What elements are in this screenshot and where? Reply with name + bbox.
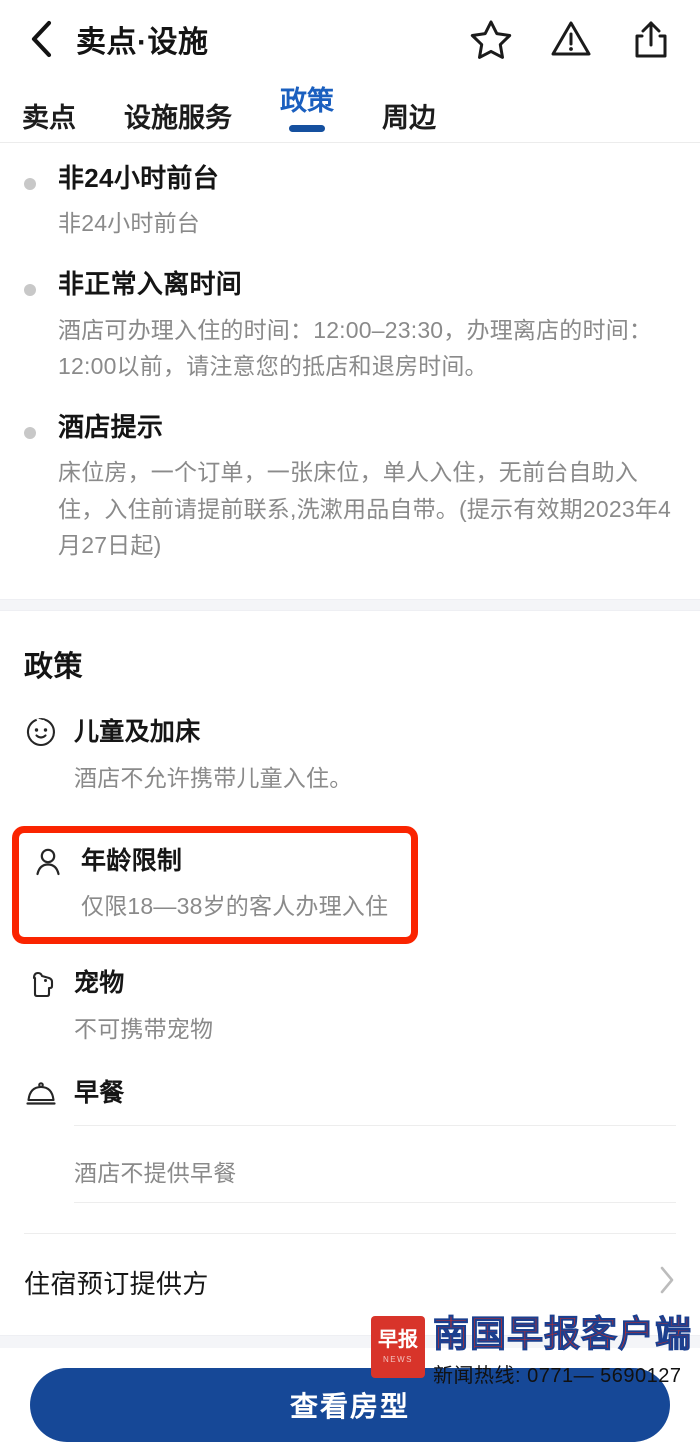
watermark-hotline: 新闻热线: 0771— 5690127 (432, 1365, 682, 1387)
watermark-text: 南国早报客户端 新闻热线: 0771— 5690127 (432, 1313, 692, 1388)
list-item: 非正常入离时间 酒店可办理入住的时间：12:00–23:30，办理离店的时间：1… (0, 267, 700, 384)
list-item: 酒店提示 床位房，一个订单，一张床位，单人入住，无前台自助入住，入住前请提前联系… (0, 410, 700, 563)
notice-desc: 床位房，一个订单，一张床位，单人入住，无前台自助入住，入住前请提前联系,洗漱用品… (58, 459, 672, 558)
chevron-left-icon (31, 20, 52, 58)
policy-row-breakfast: 早餐 酒店不提供早餐 (24, 1077, 676, 1203)
tab-label: 卖点 (22, 103, 76, 133)
child-face-icon (24, 715, 58, 749)
tab-label: 设施服务 (124, 103, 232, 133)
watermark-title: 南国早报客户端 (432, 1313, 692, 1354)
policy-desc: 仅限18—38岁的客人办理入住 (81, 892, 389, 919)
bullet-dot-icon (24, 178, 36, 190)
report-button[interactable] (544, 12, 598, 66)
cloche-icon (24, 1077, 58, 1111)
warning-triangle-icon (551, 21, 591, 56)
tab-maidian[interactable]: 卖点 (22, 105, 76, 142)
policy-name: 儿童及加床 (74, 717, 201, 746)
policy-row-header: 早餐 (24, 1077, 676, 1111)
page-title: 卖点·设施 (76, 26, 209, 59)
policy-section: 政策 儿童及加床 酒店不允许携带儿童入住。 年龄限制 仅限18—38岁的客人办理… (0, 611, 700, 1234)
policy-row-children: 儿童及加床 酒店不允许携带儿童入住。 (24, 715, 676, 796)
list-item-body: 酒店提示 床位房，一个订单，一张床位，单人入住，无前台自助入住，入住前请提前联系… (58, 410, 676, 563)
watermark-badge-text: 早报 (377, 1329, 418, 1351)
bullet-dot-icon (24, 284, 36, 297)
policy-name: 早餐 (74, 1079, 125, 1108)
favorite-button[interactable] (464, 12, 518, 66)
section-divider-band (0, 599, 700, 612)
policy-desc: 酒店不允许携带儿童入住。 (74, 765, 353, 792)
policy-name: 年龄限制 (81, 847, 183, 876)
app-screen: 卖点·设施 卖点 设施服务 政策 周边 非24小时前台 非24小时前台 非正常入… (0, 0, 700, 1442)
bullet-dot-icon (24, 427, 36, 440)
tab-nearby[interactable]: 周边 (382, 105, 436, 142)
pet-dog-icon (24, 966, 58, 1000)
back-button[interactable] (22, 19, 62, 59)
notice-title: 非24小时前台 (58, 163, 220, 193)
policy-row-header: 宠物 (24, 966, 676, 1000)
navigation-bar: 卖点·设施 (0, 0, 700, 78)
tab-policy[interactable]: 政策 (280, 88, 334, 142)
star-icon (470, 20, 512, 59)
policy-desc: 不可携带宠物 (74, 1016, 214, 1043)
policy-desc: 酒店不提供早餐 (74, 1159, 237, 1186)
breakfast-divider-top (74, 1124, 676, 1126)
chevron-right-icon (658, 1265, 676, 1300)
policy-row-header: 年龄限制 (31, 845, 411, 879)
breakfast-divider-bottom (74, 1201, 676, 1203)
policy-name: 宠物 (74, 968, 125, 997)
person-icon (31, 845, 65, 879)
tab-underline (289, 125, 325, 132)
share-button[interactable] (624, 12, 678, 66)
policy-row-header: 儿童及加床 (24, 715, 676, 749)
watermark-badge-sub: NEWS (382, 1355, 413, 1364)
policy-section-title: 政策 (24, 651, 84, 684)
tab-label: 政策 (280, 86, 334, 116)
tab-bar: 卖点 设施服务 政策 周边 (0, 78, 700, 142)
list-item: 非24小时前台 非24小时前台 (0, 161, 700, 241)
policy-row-age-restriction: 年龄限制 仅限18—38岁的客人办理入住 (12, 825, 418, 945)
provider-label: 住宿预订提供方 (24, 1268, 209, 1299)
notice-desc: 非24小时前台 (58, 210, 200, 237)
notice-title: 非正常入离时间 (58, 269, 243, 300)
tab-facilities[interactable]: 设施服务 (124, 105, 232, 142)
notice-title: 酒店提示 (58, 412, 164, 443)
list-item-body: 非24小时前台 非24小时前台 (58, 161, 676, 241)
notice-list: 非24小时前台 非24小时前台 非正常入离时间 酒店可办理入住的时间：12:00… (0, 143, 700, 599)
policy-row-pets: 宠物 不可携带宠物 (24, 966, 676, 1047)
list-item-body: 非正常入离时间 酒店可办理入住的时间：12:00–23:30，办理离店的时间：1… (58, 267, 676, 384)
watermark: 早报 NEWS 南国早报客户端 新闻热线: 0771— 5690127 (370, 1313, 692, 1388)
notice-desc: 酒店可办理入住的时间：12:00–23:30，办理离店的时间：12:00以前，请… (58, 316, 653, 379)
watermark-badge: 早报 NEWS (370, 1316, 425, 1378)
share-icon (635, 21, 667, 58)
tab-label: 周边 (382, 103, 436, 133)
